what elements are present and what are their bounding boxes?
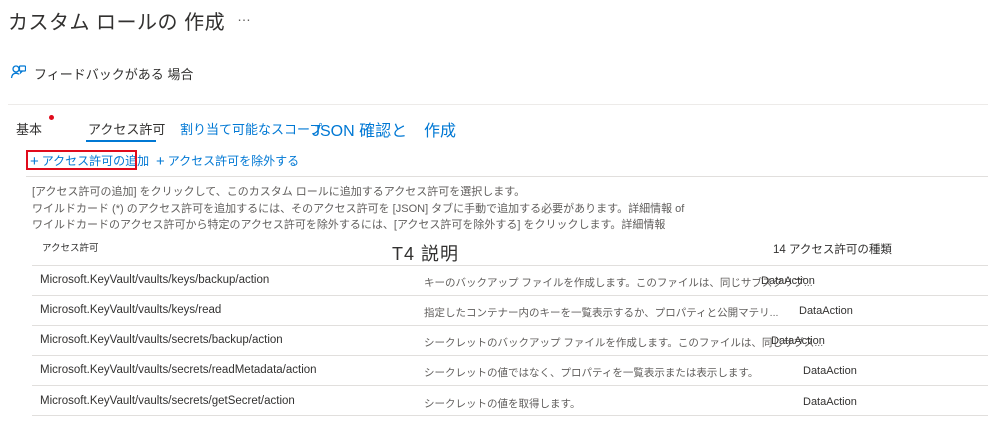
table-row-type: DataAction (799, 305, 853, 317)
table-row-description: シークレットのバックアップ ファイルを作成します。このファイルは、同じサブス..… (424, 337, 824, 349)
permission-type-count: 14 アクセス許可の種類 (773, 244, 892, 256)
tab-permissions[interactable]: アクセス許可 (88, 119, 165, 138)
table-row-permission: Microsoft.KeyVault/vaults/secrets/readMe… (40, 364, 317, 376)
row-divider (32, 355, 988, 356)
row-divider (32, 385, 988, 386)
table-row-permission: Microsoft.KeyVault/vaults/keys/read (40, 304, 222, 316)
feedback-link[interactable]: フィードバックがある 場合 (34, 64, 193, 83)
active-tab-underline (86, 140, 156, 142)
tab-review-create[interactable]: 作成 (424, 117, 456, 141)
page-title: カスタム ロールの 作成 (8, 12, 226, 34)
more-options-button[interactable]: … (237, 8, 252, 24)
info-line-2: ワイルドカード (*) のアクセス許可を追加するには、そのアクセス許可を [JS… (32, 203, 685, 215)
table-row-description: シークレットの値ではなく、プロパティを一覧表示または表示します。 (424, 367, 759, 379)
table-row-type: DataAction (761, 275, 815, 287)
command-bar-divider (26, 176, 988, 177)
info-line-3: ワイルドカードのアクセス許可から特定のアクセス許可を除外するには、[アクセス許可… (32, 219, 666, 231)
header-divider (8, 104, 988, 105)
row-divider (32, 415, 988, 416)
row-divider (32, 295, 988, 296)
table-row-description: シークレットの値を取得します。 (424, 398, 581, 410)
table-row-type: DataAction (803, 396, 857, 408)
table-row-type: DataAction (803, 365, 857, 377)
plus-icon: + (156, 153, 165, 170)
table-row-type: DataAction (771, 335, 825, 347)
highlight-box (26, 150, 137, 170)
feedback-icon[interactable] (10, 64, 26, 80)
table-row-permission: Microsoft.KeyVault/vaults/secrets/backup… (40, 334, 283, 346)
table-row-description: キーのバックアップ ファイルを作成します。このファイルは、同じサブスクリプ... (424, 277, 813, 289)
tab-assignable-scopes[interactable]: 割り当て可能なスコープ (180, 119, 322, 138)
exclude-permissions-label: アクセス許可を除外する (167, 154, 300, 168)
table-row-permission: Microsoft.KeyVault/vaults/secrets/getSec… (40, 395, 295, 407)
column-header-description: T4 説明 (392, 244, 460, 264)
tab-basics[interactable]: 基本 (16, 119, 42, 138)
required-indicator (49, 115, 54, 120)
table-row-description: 指定したコンテナー内のキーを一覧表示するか、プロパティと公開マテリ... (424, 307, 779, 319)
table-row-permission: Microsoft.KeyVault/vaults/keys/backup/ac… (40, 274, 270, 286)
tab-json[interactable]: JSON 確認と (312, 117, 407, 141)
table-header-divider (32, 265, 988, 266)
row-divider (32, 325, 988, 326)
info-line-1: [アクセス許可の追加] をクリックして、このカスタム ロールに追加するアクセス許… (32, 186, 526, 198)
exclude-permissions-button[interactable]: + アクセス許可を除外する (156, 152, 299, 170)
column-header-permission: アクセス許可 (42, 243, 99, 254)
